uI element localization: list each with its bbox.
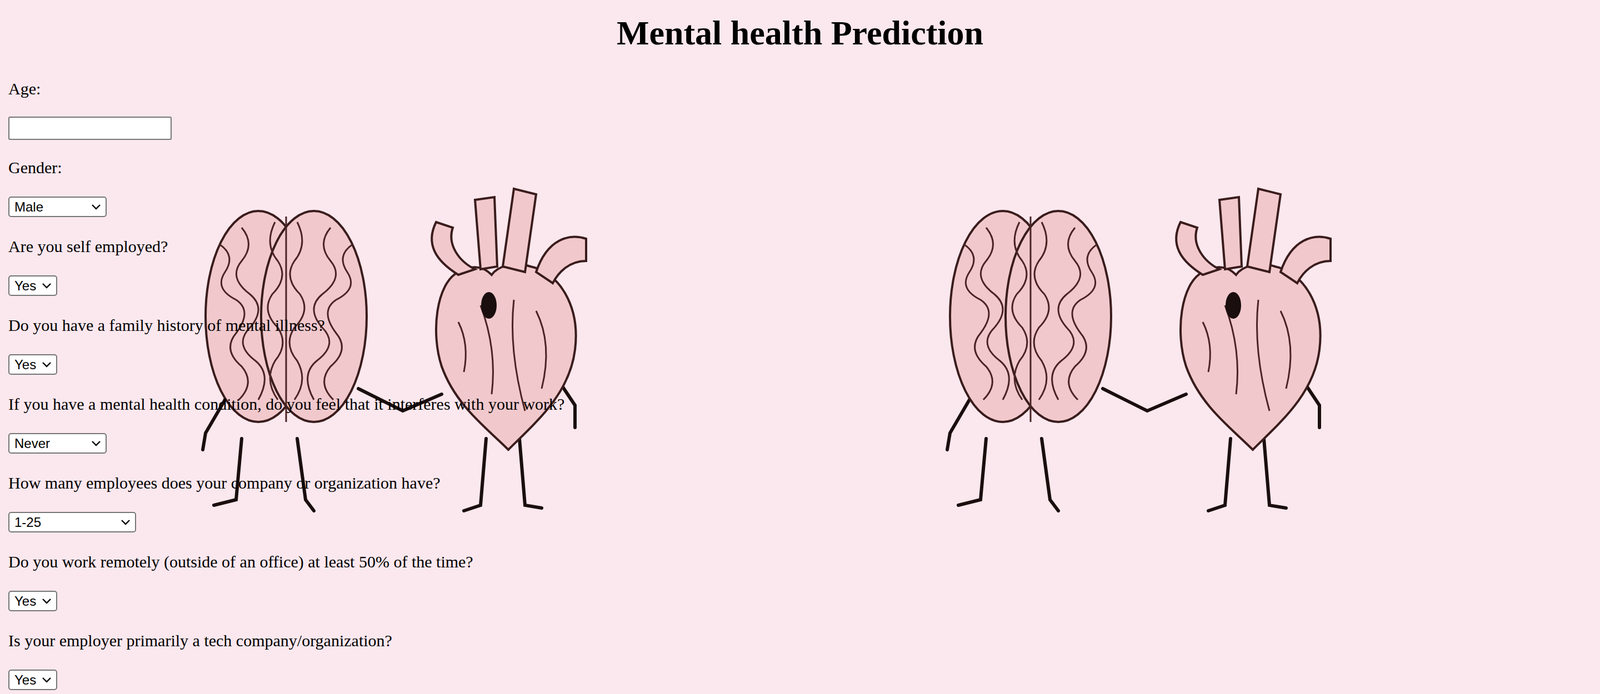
- field-control-row: Yes: [8, 266, 1592, 306]
- field-control-row: Never: [8, 423, 1592, 464]
- field-select[interactable]: Yes: [8, 275, 58, 297]
- field-label-row: If you have a mental health condition, d…: [8, 384, 1592, 424]
- chevron-down-icon: [41, 361, 52, 369]
- field-label-row: Age:: [8, 68, 1592, 109]
- field-label: Do you work remotely (outside of an offi…: [8, 552, 474, 573]
- select-value: 1-25: [14, 514, 42, 531]
- field-label: Gender:: [8, 157, 63, 178]
- field-label-row: Gender:: [8, 147, 1592, 188]
- field-control-row: Yes: [8, 581, 1592, 622]
- field-select[interactable]: Yes: [8, 670, 58, 691]
- field-label: Do you have a family history of mental i…: [8, 315, 325, 336]
- chevron-down-icon: [41, 677, 52, 684]
- brain-heart-illustration-icon: [891, 177, 1359, 528]
- field-select[interactable]: Male: [8, 196, 107, 218]
- field-label: Age:: [8, 78, 41, 99]
- field-label: Is your employer primarily a tech compan…: [8, 631, 393, 652]
- field-label-row: Do you work remotely (outside of an offi…: [8, 542, 1592, 582]
- field-control-row: Yes: [8, 345, 1592, 385]
- chevron-down-icon: [41, 598, 52, 605]
- prediction-page: Mental health PredictionAge:Gender:MaleA…: [0, 12, 1600, 694]
- select-value: Yes: [14, 593, 37, 610]
- field-control-row: [8, 108, 1592, 148]
- field-label: Are you self employed?: [8, 236, 168, 257]
- field-control-row: 1-25: [8, 502, 1592, 543]
- field-label-row: Is your employer primarily a tech compan…: [8, 621, 1592, 661]
- field-control-row: Male: [8, 187, 1592, 227]
- chevron-down-icon: [120, 519, 131, 527]
- field-label: How many employees does your company or …: [8, 473, 441, 494]
- field-select[interactable]: Yes: [8, 354, 58, 375]
- select-value: Never: [14, 435, 50, 452]
- chevron-down-icon: [41, 282, 52, 290]
- field-label-row: Are you self employed?: [8, 226, 1592, 267]
- select-value: Yes: [14, 356, 37, 373]
- field-label-row: Do you have a family history of mental i…: [8, 305, 1592, 345]
- age-input[interactable]: [8, 116, 172, 140]
- field-label: If you have a mental health condition, d…: [8, 394, 565, 415]
- field-select[interactable]: 1-25: [8, 512, 137, 533]
- select-value: Yes: [14, 672, 37, 689]
- field-select[interactable]: Never: [8, 433, 107, 454]
- page-title: Mental health Prediction: [8, 12, 1592, 54]
- chevron-down-icon: [91, 203, 102, 211]
- select-value: Male: [14, 198, 44, 215]
- field-label-row: How many employees does your company or …: [8, 463, 1592, 503]
- chevron-down-icon: [91, 440, 102, 448]
- field-select[interactable]: Yes: [8, 591, 58, 612]
- field-control-row: Yes: [8, 660, 1592, 694]
- prediction-form: Age: Gender: Male Are you self employed? Yes…: [8, 68, 1592, 694]
- select-value: Yes: [14, 277, 37, 294]
